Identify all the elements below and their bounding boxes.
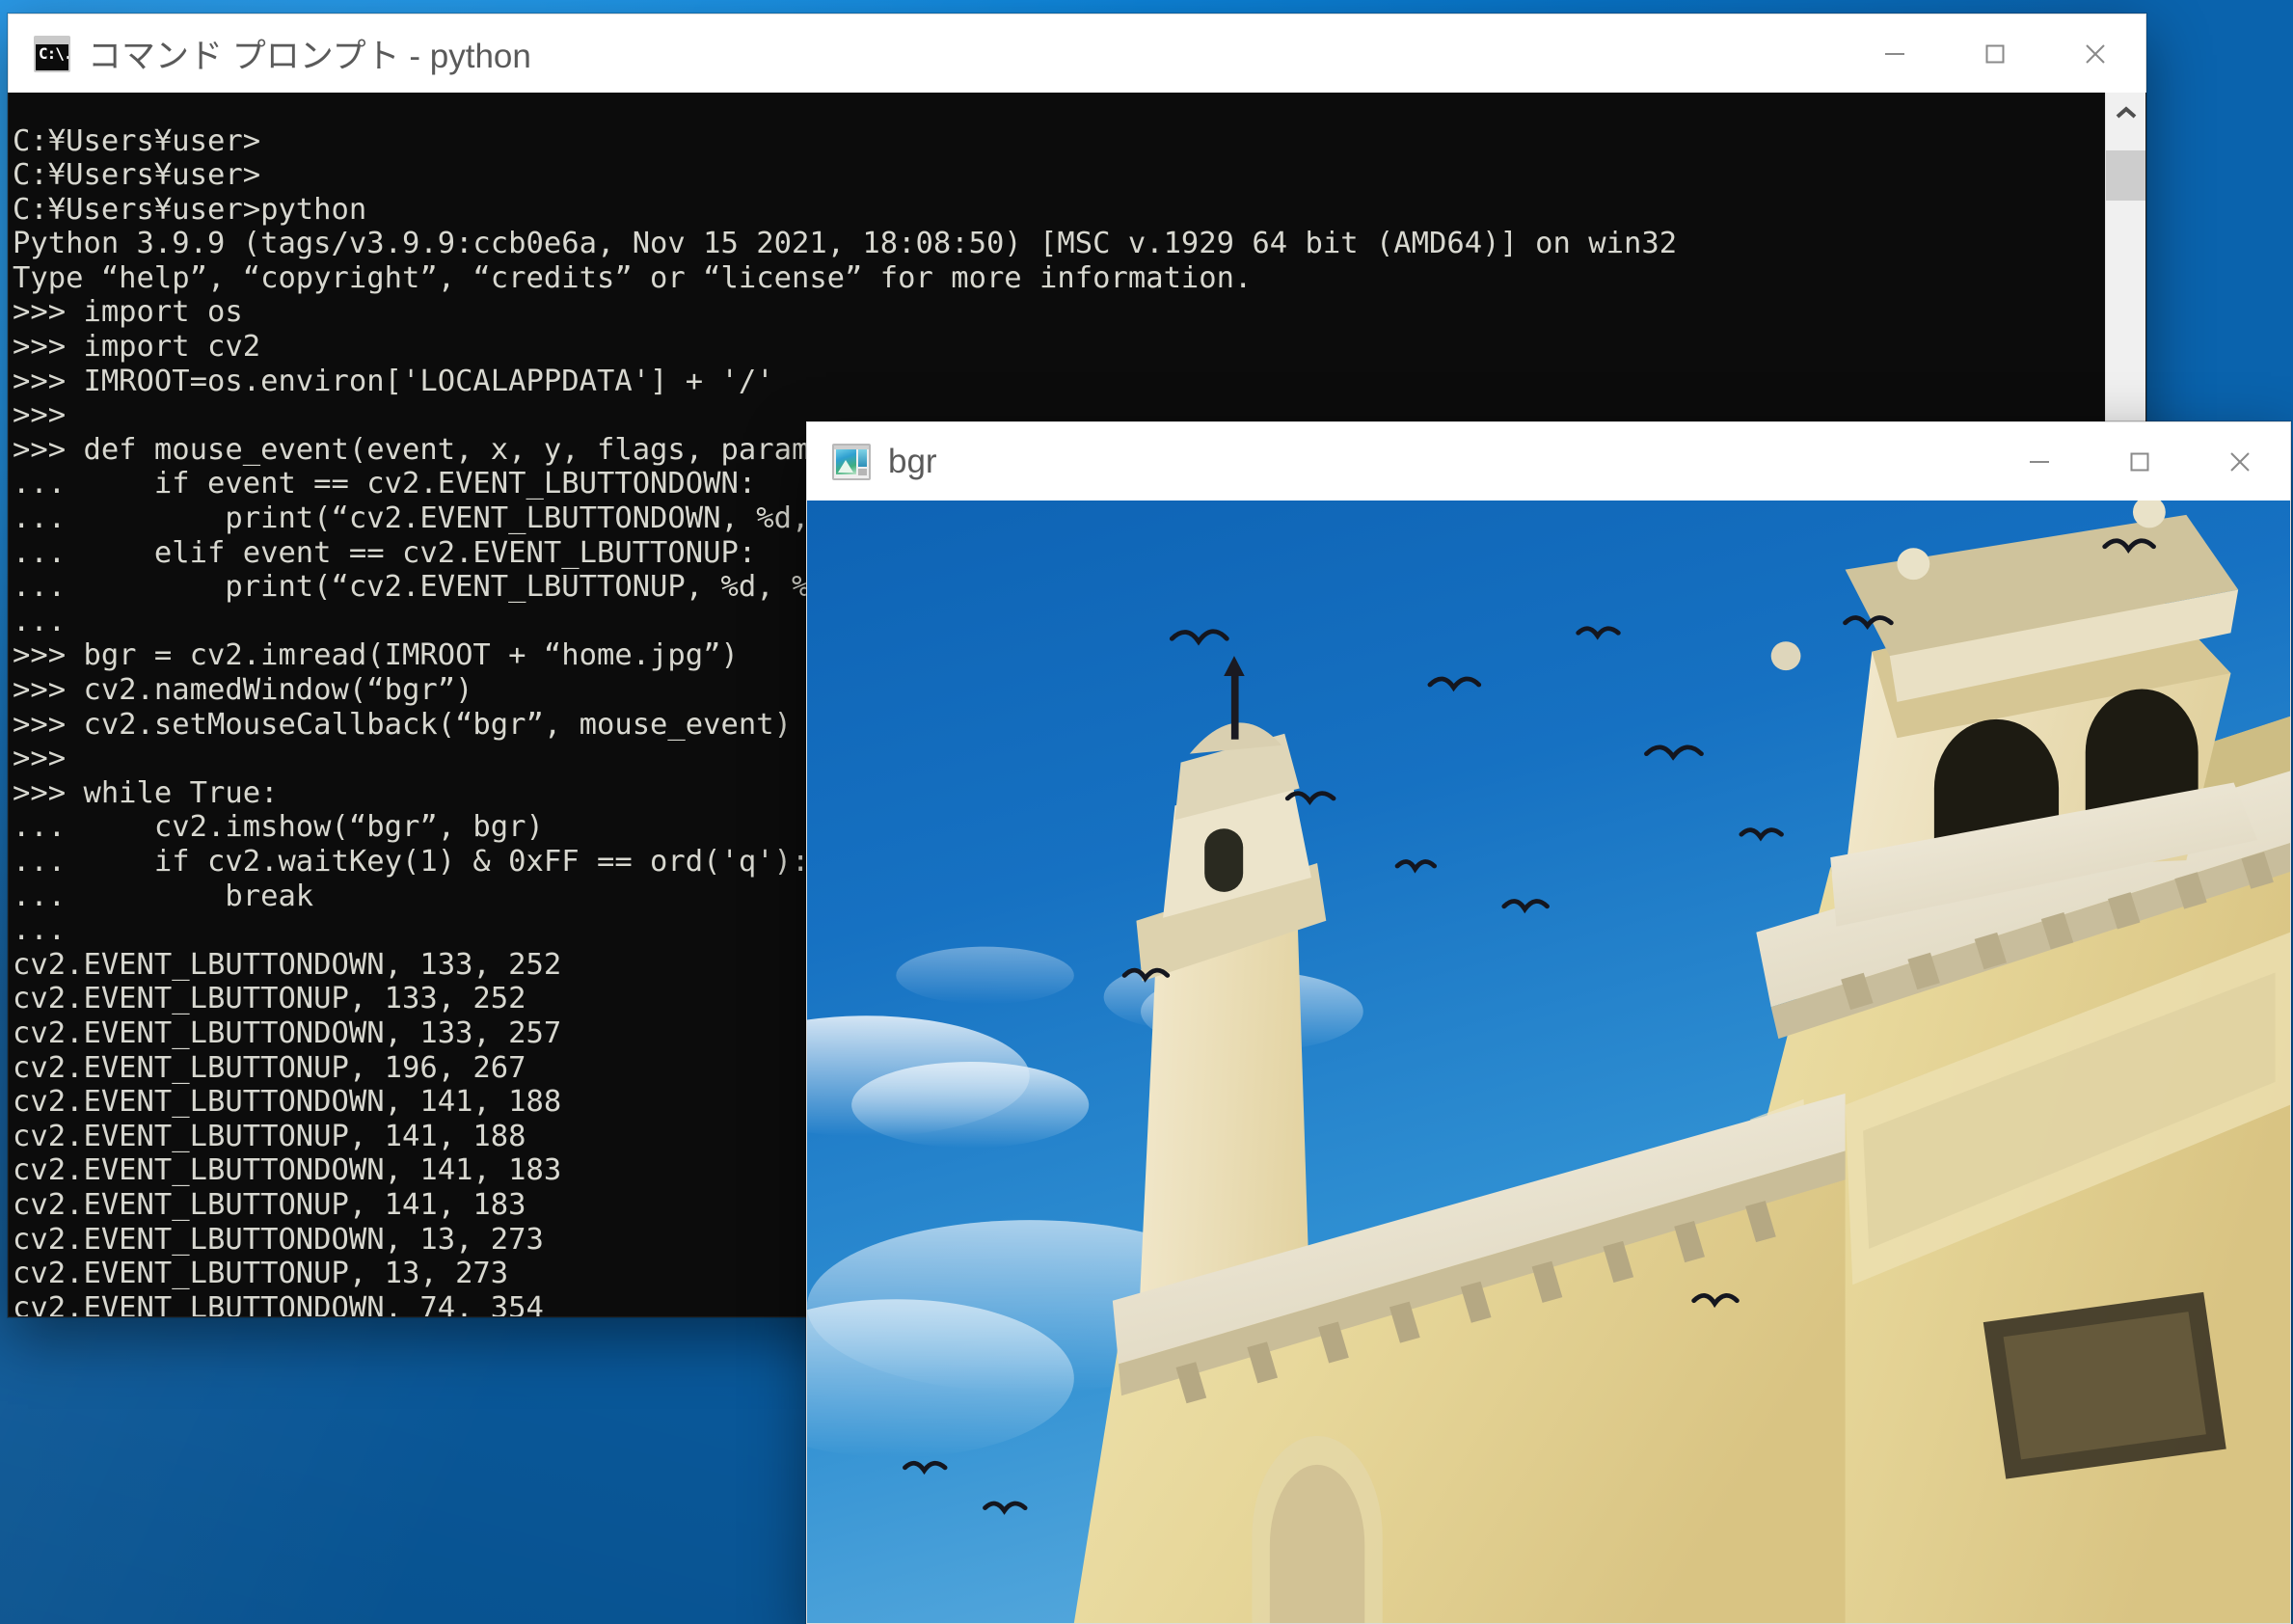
bgr-title-label: bgr — [888, 442, 937, 480]
bgr-window-controls[interactable] — [1989, 422, 2290, 501]
cmd-titlebar[interactable]: C:\. コマンド プロンプト - python — [8, 14, 2146, 93]
cmd-minimize-button[interactable] — [1845, 14, 1945, 93]
cmd-maximize-button[interactable] — [1945, 14, 2045, 93]
cmd-icon: C:\. — [34, 35, 70, 72]
image-thumbnail-icon — [832, 443, 871, 480]
cmd-close-button[interactable] — [2045, 14, 2145, 93]
bgr-close-button[interactable] — [2190, 422, 2290, 501]
bgr-titlebar[interactable]: bgr — [806, 421, 2291, 501]
cmd-title-label: コマンド プロンプト - python — [88, 38, 531, 75]
home-jpg-image — [807, 501, 2290, 1623]
cmd-scrollbar-thumb[interactable] — [2106, 150, 2145, 201]
bgr-image-canvas[interactable] — [806, 501, 2291, 1624]
scroll-up-arrow-icon[interactable] — [2106, 93, 2145, 133]
bgr-title-group: bgr — [807, 443, 937, 481]
bgr-maximize-button[interactable] — [2090, 422, 2190, 501]
cmd-title-group: C:\. コマンド プロンプト - python — [9, 29, 531, 78]
bgr-minimize-button[interactable] — [1989, 422, 2090, 501]
cmd-window-controls[interactable] — [1845, 14, 2145, 93]
bgr-image-window[interactable]: bgr — [806, 421, 2291, 1624]
